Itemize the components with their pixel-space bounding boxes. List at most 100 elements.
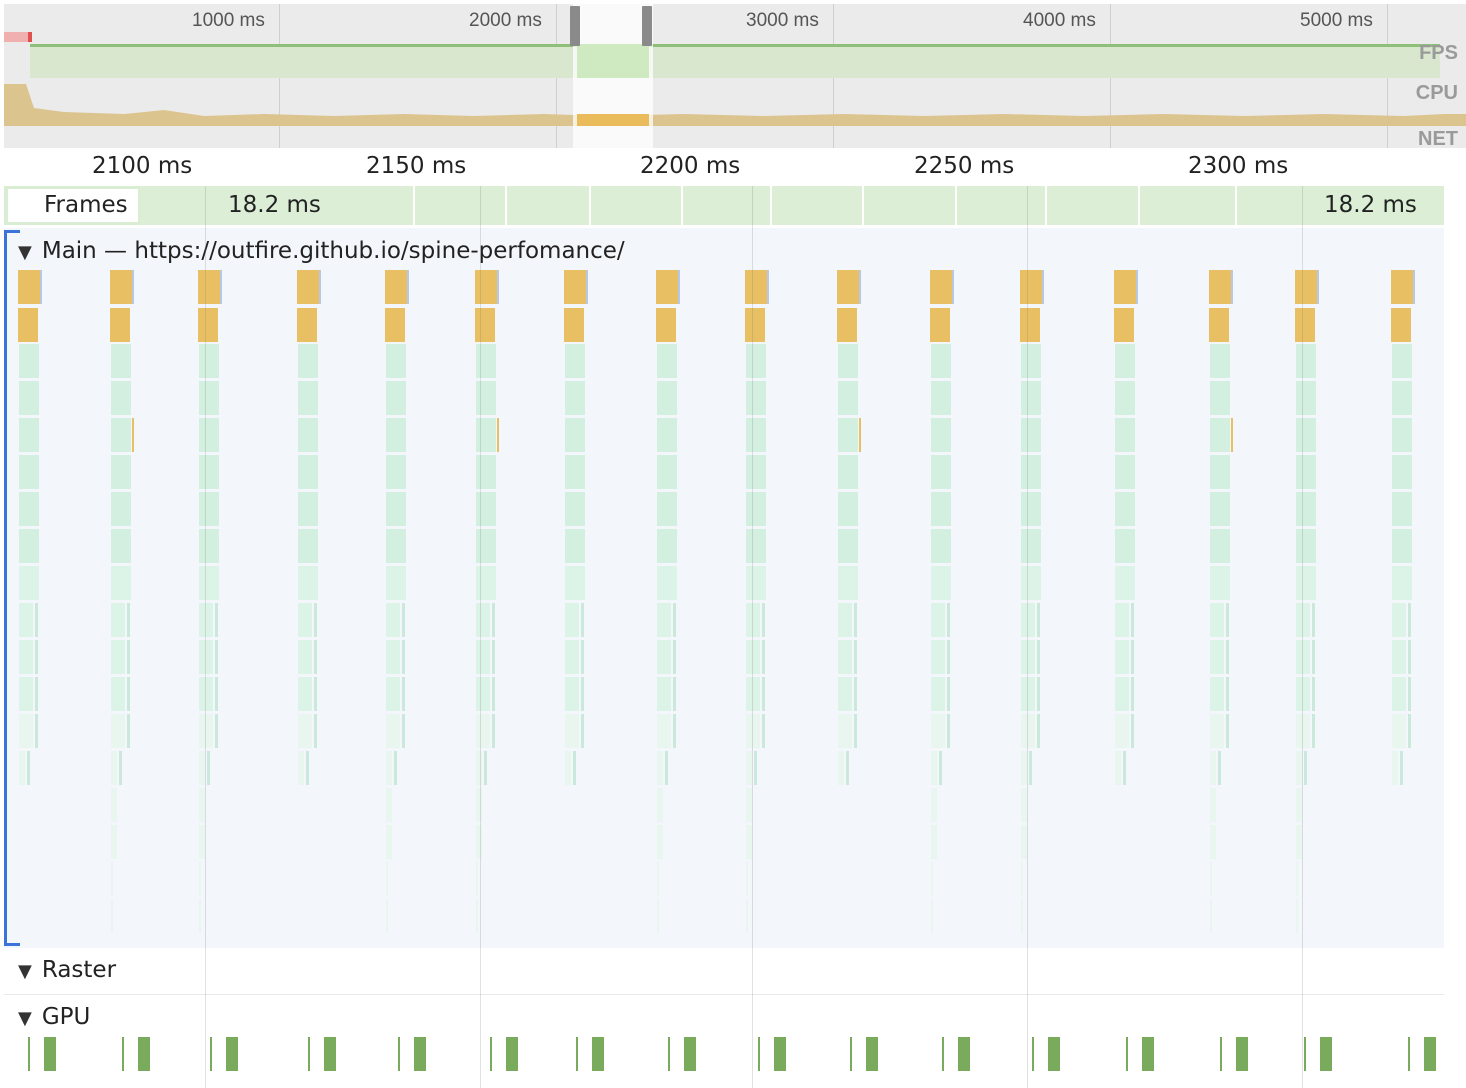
js-frame-block[interactable] (1392, 381, 1412, 415)
js-frame-block[interactable] (35, 714, 38, 748)
js-frame-block[interactable] (127, 714, 130, 748)
js-frame-block[interactable] (931, 381, 951, 415)
js-frame-block[interactable] (1226, 640, 1229, 674)
js-frame-block[interactable] (111, 788, 117, 822)
js-frame-block[interactable] (838, 603, 852, 637)
js-frame-block[interactable] (657, 640, 671, 674)
frame-bar[interactable] (864, 186, 957, 225)
js-frame-block[interactable] (111, 825, 117, 859)
task-block[interactable] (1413, 270, 1415, 304)
task-block[interactable] (319, 270, 321, 304)
js-frame-block[interactable] (1123, 751, 1126, 785)
js-frame-block[interactable] (565, 418, 585, 452)
js-frame-block[interactable] (838, 677, 852, 711)
js-frame-block[interactable] (1210, 381, 1230, 415)
raster-track[interactable] (4, 948, 1444, 995)
function-call-block[interactable] (497, 418, 499, 452)
js-frame-block[interactable] (1021, 381, 1041, 415)
js-frame-block[interactable] (386, 862, 388, 896)
js-frame-block[interactable] (838, 492, 858, 526)
function-call-block[interactable] (475, 308, 495, 342)
js-frame-block[interactable] (1226, 677, 1229, 711)
js-frame-block[interactable] (1210, 418, 1230, 452)
js-frame-block[interactable] (386, 714, 400, 748)
task-block[interactable] (564, 270, 586, 304)
js-frame-block[interactable] (1210, 455, 1230, 489)
task-block[interactable] (110, 270, 132, 304)
js-frame-block[interactable] (386, 751, 392, 785)
frame-bar[interactable] (1140, 186, 1237, 225)
js-frame-block[interactable] (215, 714, 218, 748)
js-frame-block[interactable] (1021, 566, 1041, 600)
js-frame-block[interactable] (298, 566, 318, 600)
js-frame-block[interactable] (492, 714, 495, 748)
js-frame-block[interactable] (746, 640, 760, 674)
js-frame-block[interactable] (1296, 603, 1310, 637)
function-call-block[interactable] (110, 308, 130, 342)
js-frame-block[interactable] (1037, 714, 1040, 748)
gpu-task-block[interactable] (28, 1037, 30, 1071)
task-block[interactable] (930, 270, 952, 304)
js-frame-block[interactable] (1408, 677, 1411, 711)
js-frame-block[interactable] (386, 825, 392, 859)
js-frame-block[interactable] (1037, 640, 1040, 674)
js-frame-block[interactable] (931, 344, 951, 378)
js-frame-block[interactable] (1296, 862, 1298, 896)
js-frame-block[interactable] (838, 751, 844, 785)
js-frame-block[interactable] (1210, 492, 1230, 526)
js-frame-block[interactable] (838, 344, 858, 378)
gpu-task-block[interactable] (850, 1037, 852, 1071)
gpu-task-block[interactable] (958, 1037, 970, 1071)
js-frame-block[interactable] (314, 603, 317, 637)
function-call-block[interactable] (1114, 308, 1134, 342)
js-frame-block[interactable] (838, 566, 858, 600)
js-frame-block[interactable] (854, 640, 857, 674)
js-frame-block[interactable] (947, 714, 950, 748)
js-frame-block[interactable] (476, 788, 482, 822)
js-frame-block[interactable] (298, 381, 318, 415)
js-frame-block[interactable] (298, 603, 312, 637)
gpu-task-block[interactable] (592, 1037, 604, 1071)
js-frame-block[interactable] (19, 566, 39, 600)
gpu-task-block[interactable] (1236, 1037, 1248, 1071)
task-block[interactable] (586, 270, 588, 304)
js-frame-block[interactable] (19, 603, 33, 637)
gpu-task-block[interactable] (1320, 1037, 1332, 1071)
gpu-task-block[interactable] (1304, 1037, 1306, 1071)
js-frame-block[interactable] (1210, 862, 1212, 896)
js-frame-block[interactable] (1296, 640, 1310, 674)
function-call-block[interactable] (1020, 308, 1040, 342)
js-frame-block[interactable] (673, 603, 676, 637)
js-frame-block[interactable] (762, 677, 765, 711)
js-frame-block[interactable] (838, 714, 852, 748)
js-frame-block[interactable] (746, 418, 766, 452)
gpu-task-block[interactable] (226, 1037, 238, 1071)
js-frame-block[interactable] (947, 677, 950, 711)
gpu-task-block[interactable] (398, 1037, 400, 1071)
gpu-task-block[interactable] (122, 1037, 124, 1071)
js-frame-block[interactable] (111, 751, 117, 785)
task-block[interactable] (656, 270, 678, 304)
js-frame-block[interactable] (476, 751, 482, 785)
js-frame-block[interactable] (476, 714, 490, 748)
js-frame-block[interactable] (1392, 566, 1412, 600)
js-frame-block[interactable] (565, 381, 585, 415)
js-frame-block[interactable] (1021, 714, 1035, 748)
js-frame-block[interactable] (1037, 603, 1040, 637)
frame-bar[interactable] (957, 186, 1047, 225)
function-call-block[interactable] (132, 418, 134, 452)
js-frame-block[interactable] (1210, 566, 1230, 600)
js-frame-block[interactable] (838, 640, 852, 674)
js-frame-block[interactable] (215, 640, 218, 674)
js-frame-block[interactable] (746, 862, 748, 896)
js-frame-block[interactable] (762, 714, 765, 748)
js-frame-block[interactable] (673, 714, 676, 748)
js-frame-block[interactable] (492, 640, 495, 674)
js-frame-block[interactable] (1218, 751, 1221, 785)
js-frame-block[interactable] (657, 566, 677, 600)
js-frame-block[interactable] (931, 418, 951, 452)
js-frame-block[interactable] (1021, 899, 1023, 933)
js-frame-block[interactable] (476, 418, 496, 452)
js-frame-block[interactable] (838, 529, 858, 563)
js-frame-block[interactable] (1021, 862, 1023, 896)
